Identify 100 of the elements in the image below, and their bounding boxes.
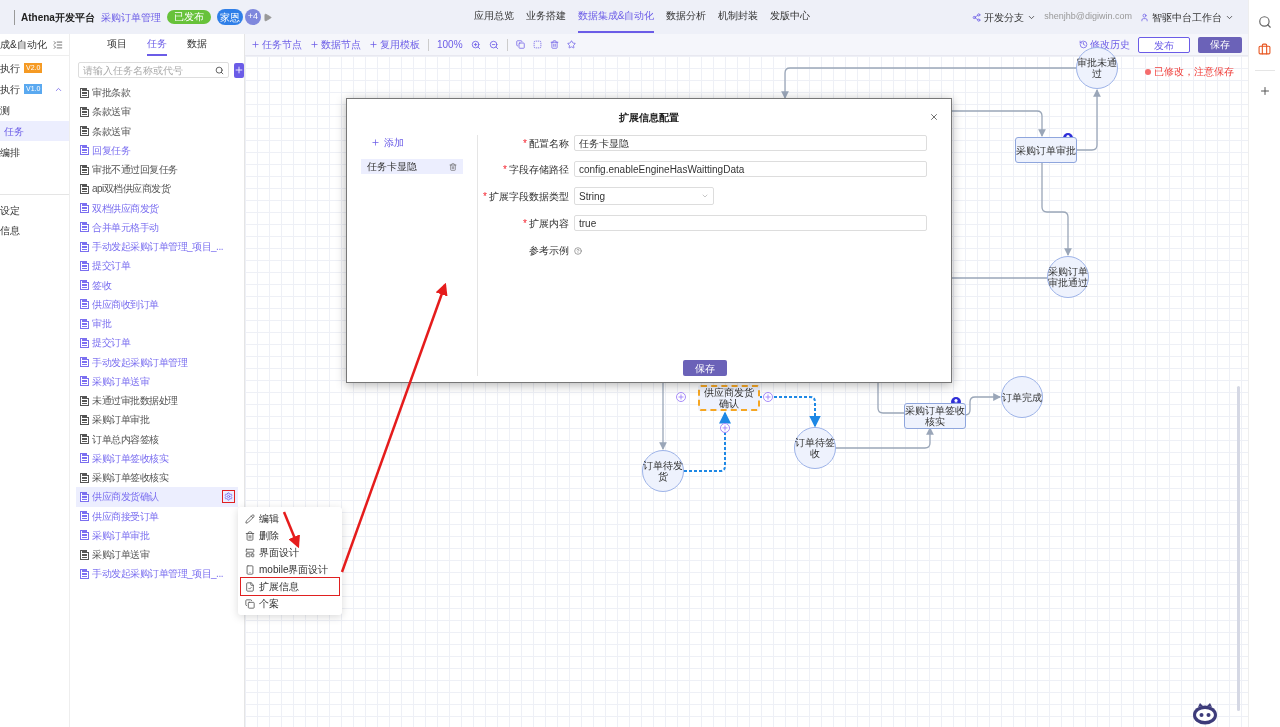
task-node[interactable]: 采购订单签收核实: [904, 403, 966, 429]
task-list-item[interactable]: 采购订单审批: [76, 410, 238, 430]
task-name: 手动发起采购订单管理_项目_...: [92, 567, 223, 582]
toolbox-icon[interactable]: [1258, 43, 1271, 56]
gear-icon[interactable]: [223, 491, 234, 503]
task-list-item[interactable]: 回复任务: [76, 140, 238, 160]
task-list-item[interactable]: 订单总内容签核: [76, 429, 238, 449]
task-name: 采购订单送审: [92, 374, 149, 389]
trash-icon[interactable]: [549, 40, 559, 49]
add-task-button[interactable]: [234, 62, 244, 78]
menu-item[interactable]: 个案: [241, 595, 339, 612]
add-config-link[interactable]: 添加: [384, 135, 404, 150]
task-list-item[interactable]: 签收: [76, 275, 238, 295]
menu-item[interactable]: 扩展信息: [241, 578, 339, 595]
sidebar-item[interactable]: 设定: [0, 201, 69, 221]
panel-tab[interactable]: 项目: [107, 36, 127, 56]
state-node[interactable]: 订单待签收: [794, 427, 836, 469]
zoom-out-icon[interactable]: [488, 39, 499, 50]
task-list-item[interactable]: 审批不通过回复任务: [76, 160, 238, 180]
avatar[interactable]: 家恩: [216, 9, 243, 25]
task-list-item[interactable]: 采购订单送审: [76, 545, 238, 565]
close-icon[interactable]: [929, 112, 939, 122]
workspace-selector[interactable]: 智驱中台工作台: [1152, 9, 1222, 25]
menu-item[interactable]: 删除: [241, 527, 339, 544]
mascot-icon[interactable]: [1192, 701, 1218, 725]
task-list-item[interactable]: 供应商发货确认: [76, 487, 238, 507]
task-list-item[interactable]: 审批条款: [76, 83, 238, 103]
task-name: 合并单元格手动: [92, 220, 159, 235]
branch-selector[interactable]: 开发分支: [984, 9, 1025, 25]
task-list-item[interactable]: 供应商收到订单: [76, 294, 238, 314]
select-icon[interactable]: [532, 40, 542, 49]
dialog-save-button[interactable]: 保存: [683, 360, 727, 376]
sidebar-item[interactable]: 信息: [0, 221, 69, 241]
menu-item[interactable]: 编辑: [241, 510, 339, 527]
task-list-item[interactable]: 采购订单送审: [76, 371, 238, 391]
task-list-item[interactable]: 采购订单审批: [76, 525, 238, 545]
search-icon[interactable]: [1257, 15, 1272, 29]
sidebar-item[interactable]: 任务: [0, 121, 69, 141]
zoom-level: 100%: [437, 38, 463, 52]
add-node-button[interactable]: 任务节点: [262, 37, 302, 52]
task-name: 手动发起采购订单管理: [92, 355, 187, 370]
task-list-item[interactable]: 提交订单: [76, 256, 238, 276]
document-icon: [245, 581, 255, 592]
task-list-item[interactable]: 审批: [76, 314, 238, 334]
layout-icon: [245, 547, 255, 558]
zoom-in-icon[interactable]: [470, 39, 481, 50]
menu-item[interactable]: mobile界面设计: [241, 561, 339, 578]
input-field[interactable]: config.enableEngineHasWaittingData: [574, 161, 927, 177]
save-button[interactable]: 保存: [1198, 36, 1242, 53]
star-icon[interactable]: [566, 40, 576, 49]
task-list-item[interactable]: 提交订单: [76, 333, 238, 353]
task-list-item[interactable]: api双档供应商发货: [76, 179, 238, 199]
help-icon[interactable]: [574, 246, 582, 255]
app-name[interactable]: 采购订单管理: [100, 9, 161, 25]
task-list-item[interactable]: 手动发起采购订单管理: [76, 352, 238, 372]
task-list-item[interactable]: 合并单元格手动: [76, 217, 238, 237]
task-list-item[interactable]: 手动发起采购订单管理_项目_...: [76, 564, 238, 584]
input-field[interactable]: true: [574, 215, 927, 231]
collapse-icon[interactable]: [53, 39, 63, 50]
task-name: 采购订单签收核实: [92, 471, 168, 486]
panel-tab[interactable]: 任务: [147, 36, 167, 56]
task-node[interactable]: 供应商发货确认: [698, 385, 760, 411]
nav-tab[interactable]: 发版中心: [770, 1, 811, 33]
state-node[interactable]: 订单完成: [1001, 376, 1043, 418]
search-field[interactable]: 请输入任务名称或代号: [78, 62, 229, 78]
add-node-button[interactable]: 数据节点: [321, 37, 361, 52]
trash-icon[interactable]: [449, 162, 457, 171]
task-list-item[interactable]: 采购订单签收核实: [76, 448, 238, 468]
sidebar-item[interactable]: 编排: [0, 142, 69, 162]
plus-icon: [251, 40, 260, 49]
nav-tab[interactable]: 数据分析: [666, 1, 707, 33]
edit-icon: [245, 513, 255, 524]
publish-button[interactable]: 发布: [1138, 36, 1190, 53]
task-list-item[interactable]: 双档供应商发货: [76, 198, 238, 218]
task-name: 供应商发货确认: [92, 490, 159, 505]
plus-icon[interactable]: [1258, 85, 1271, 97]
add-node-button[interactable]: 复用模板: [380, 37, 420, 52]
task-node[interactable]: 采购订单审批: [1015, 137, 1077, 163]
nav-tab[interactable]: 业务搭建: [525, 1, 566, 33]
search-icon[interactable]: [215, 65, 224, 75]
state-node[interactable]: 订单待发货: [642, 450, 684, 492]
panel-tab[interactable]: 数据: [187, 36, 207, 56]
state-node[interactable]: 采购订单审批通过: [1047, 256, 1089, 298]
copy-icon: [245, 598, 255, 609]
task-list-item[interactable]: 条款送审: [76, 102, 238, 122]
task-list-item[interactable]: 供应商接受订单: [76, 506, 238, 526]
branch-icon: [972, 12, 982, 22]
config-list-item[interactable]: 任务卡显隐: [361, 159, 463, 174]
input-field[interactable]: 任务卡显隐: [574, 135, 927, 151]
nav-tab[interactable]: 应用总览: [473, 1, 514, 33]
play-icon[interactable]: [262, 12, 272, 22]
menu-item[interactable]: 界面设计: [241, 544, 339, 561]
task-list-item[interactable]: 手动发起采购订单管理_项目_...: [76, 237, 238, 257]
type-select[interactable]: String: [574, 187, 714, 205]
copy-icon[interactable]: [515, 40, 525, 49]
task-list-item[interactable]: 未通过审批数据处理: [76, 391, 238, 411]
task-list-item[interactable]: 采购订单签收核实: [76, 468, 238, 488]
task-list-item[interactable]: 条款送审: [76, 121, 238, 141]
nav-tab[interactable]: 机制封装: [718, 1, 759, 33]
sidebar-item[interactable]: 测: [0, 100, 69, 120]
